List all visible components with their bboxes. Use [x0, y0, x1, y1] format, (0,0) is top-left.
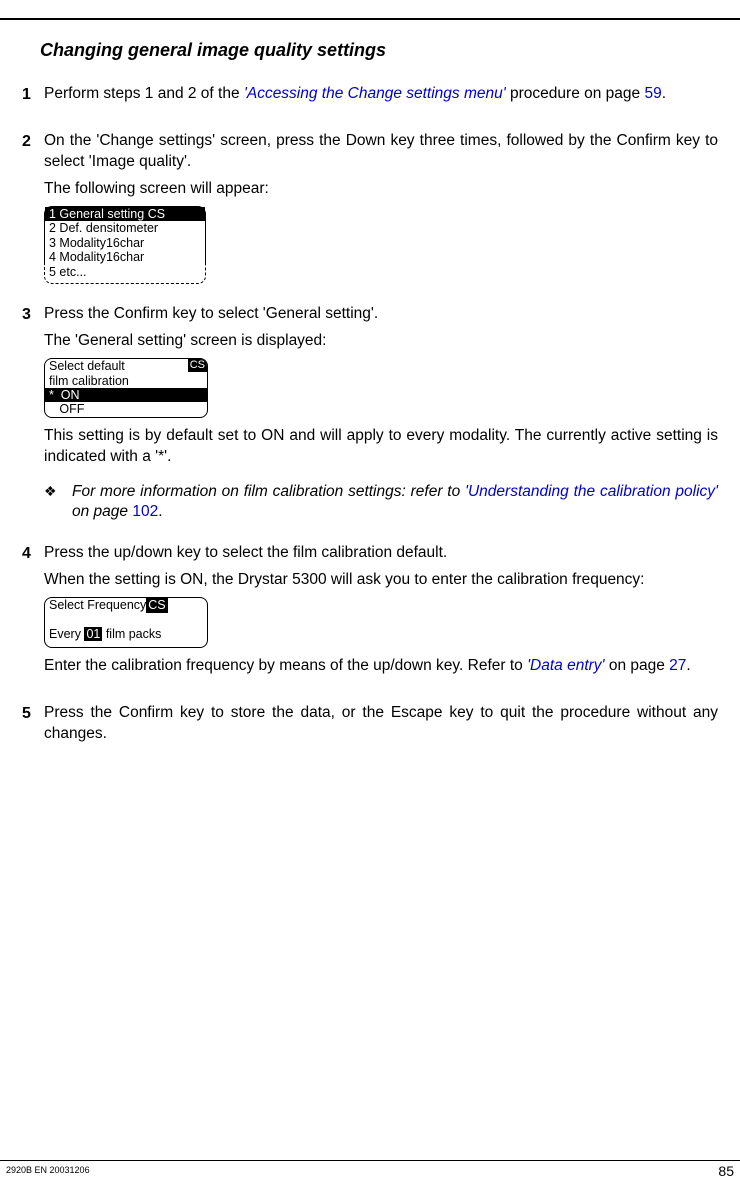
step-num: 4: [22, 543, 44, 683]
lcd-row: OFF: [45, 402, 207, 416]
step-num: 5: [22, 703, 44, 751]
text: For more information on film calibration…: [72, 483, 465, 500]
link-page-27[interactable]: 27: [669, 657, 686, 674]
step-body: Perform steps 1 and 2 of the 'Accessing …: [44, 84, 718, 111]
text: procedure on page: [506, 85, 645, 102]
step-4: 4 Press the up/down key to select the fi…: [22, 543, 718, 683]
lcd-row: Every 01 film packs: [45, 627, 207, 641]
lcd-screen: Select FrequencyCS Every 01 film packs: [44, 597, 208, 648]
lcd-row: 2 Def. densitometer: [45, 221, 205, 235]
text: .: [686, 657, 690, 674]
footer: 2920B EN 20031206 85: [0, 1160, 740, 1161]
text: Perform steps 1 and 2 of the: [44, 85, 244, 102]
text: This setting is by default set to ON and…: [44, 426, 718, 468]
lcd-row-selected: 1 General setting CS: [45, 207, 205, 221]
text: Enter the calibration frequency by means…: [44, 657, 527, 674]
link-accessing-menu[interactable]: 'Accessing the Change settings menu': [244, 85, 506, 102]
footer-doc-id: 2920B EN 20031206: [6, 1164, 90, 1176]
note: ❖ For more information on film calibrati…: [44, 482, 718, 524]
step-num: 2: [22, 131, 44, 284]
text: .: [662, 85, 666, 102]
diamond-icon: ❖: [44, 482, 72, 524]
lcd-row-selected: * ON: [45, 388, 207, 402]
link-data-entry[interactable]: 'Data entry': [527, 657, 604, 674]
lcd-screen: CSSelect default film calibration * ON O…: [44, 358, 208, 418]
lcd-row: 3 Modality16char: [45, 236, 205, 250]
step-5: 5 Press the Confirm key to store the dat…: [22, 703, 718, 751]
step-num: 3: [22, 304, 44, 473]
lcd-row: CSSelect default: [45, 359, 207, 373]
step-body: Press the up/down key to select the film…: [44, 543, 718, 683]
footer-page-number: 85: [718, 1162, 734, 1181]
text: On the 'Change settings' screen, press t…: [44, 131, 718, 173]
step-1: 1 Perform steps 1 and 2 of the 'Accessin…: [22, 84, 718, 111]
step-body: Press the Confirm key to select 'General…: [44, 304, 718, 473]
lcd-row: 4 Modality16char: [45, 250, 205, 264]
step-2: 2 On the 'Change settings' screen, press…: [22, 131, 718, 284]
top-rule: [0, 18, 740, 20]
text: The following screen will appear:: [44, 179, 718, 200]
section-title: Changing general image quality settings: [40, 38, 718, 62]
text: .: [158, 503, 162, 520]
note-body: For more information on film calibration…: [72, 482, 718, 524]
text: The 'General setting' screen is displaye…: [44, 331, 718, 352]
step-body: Press the Confirm key to store the data,…: [44, 703, 718, 751]
lcd-screen: 1 General setting CS 2 Def. densitometer…: [44, 206, 206, 265]
link-page-102[interactable]: 102: [132, 503, 158, 520]
step-num: 1: [22, 84, 44, 111]
link-page-59[interactable]: 59: [644, 85, 661, 102]
lcd-row-blank: [45, 613, 207, 627]
text: Press the Confirm key to store the data,…: [44, 703, 718, 745]
lcd-row: Select FrequencyCS: [45, 598, 207, 612]
lcd-row-extra: 5 etc...: [44, 264, 206, 284]
text: When the setting is ON, the Drystar 5300…: [44, 570, 718, 591]
text: on page: [72, 503, 132, 520]
lcd-row: film calibration: [45, 374, 207, 388]
step-3: 3 Press the Confirm key to select 'Gener…: [22, 304, 718, 473]
text: Press the Confirm key to select 'General…: [44, 304, 718, 325]
step-body: On the 'Change settings' screen, press t…: [44, 131, 718, 284]
text: on page: [605, 657, 670, 674]
text: Press the up/down key to select the film…: [44, 543, 718, 564]
link-calibration-policy[interactable]: 'Understanding the calibration policy': [465, 483, 718, 500]
